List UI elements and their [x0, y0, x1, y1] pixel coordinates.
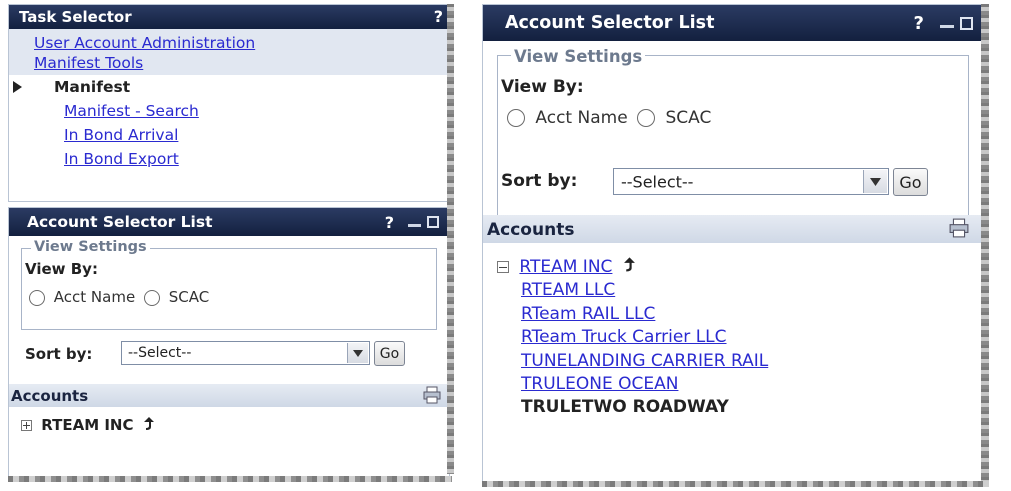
right-go-button[interactable]: Go — [893, 168, 928, 196]
print-icon[interactable] — [423, 386, 441, 404]
right-account-selector-title: Account Selector List — [505, 13, 715, 33]
left-sort-by-select[interactable]: --Select-- — [121, 341, 370, 365]
link-in-bond-arrival[interactable]: In Bond Arrival — [64, 126, 178, 144]
left-account-label[interactable]: RTEAM INC — [41, 416, 133, 434]
task-selector-title: Task Selector — [19, 8, 132, 26]
up-arrow-icon — [143, 417, 154, 430]
left-view-settings-legend: View Settings — [31, 239, 150, 255]
left-account-row[interactable]: RTEAM INC — [21, 416, 155, 434]
account-link-parent[interactable]: RTEAM INC — [519, 257, 612, 277]
task-link-list: User Account Administration Manifest Too… — [9, 29, 449, 75]
maximize-icon[interactable] — [960, 16, 973, 30]
link-user-account-administration[interactable]: User Account Administration — [34, 34, 255, 52]
task-selector-panel: Task Selector ? User Account Administrat… — [8, 4, 450, 202]
link-manifest-search[interactable]: Manifest - Search — [64, 102, 199, 120]
left-sort-by-value: --Select-- — [128, 345, 192, 361]
minimize-icon[interactable] — [940, 24, 954, 28]
left-account-selector-title: Account Selector List — [27, 213, 213, 231]
radio-scac-label: SCAC — [665, 108, 712, 128]
account-link[interactable]: TRULEONE OCEAN — [521, 374, 678, 394]
link-in-bond-export[interactable]: In Bond Export — [64, 150, 179, 168]
left-go-button[interactable]: Go — [374, 341, 405, 366]
dropdown-arrow-icon[interactable] — [347, 343, 368, 363]
left-view-by-label: View By: — [25, 260, 98, 278]
radio-acct-name-label: Acct Name — [53, 288, 136, 306]
right-sort-by-value: --Select-- — [621, 172, 694, 191]
right-sort-by-select[interactable]: --Select-- — [613, 168, 889, 195]
radio-acct-name[interactable] — [507, 109, 525, 127]
task-current-manifest: Manifest — [54, 78, 131, 96]
right-radio-row: Acct Name SCAC — [507, 108, 711, 128]
right-accounts-header-bar: Accounts — [483, 215, 983, 243]
torn-edge — [447, 4, 454, 474]
radio-acct-name-label: Acct Name — [535, 108, 628, 128]
help-icon[interactable]: ? — [434, 7, 443, 26]
collapse-minus-icon[interactable] — [497, 261, 509, 273]
minimize-icon[interactable] — [408, 223, 421, 227]
maximize-icon[interactable] — [427, 216, 439, 228]
left-accounts-header: Accounts — [11, 387, 89, 405]
right-accounts-header: Accounts — [487, 220, 575, 240]
current-item-arrow-icon — [13, 81, 22, 93]
help-icon[interactable]: ? — [914, 13, 924, 34]
left-sort-by-label: Sort by: — [25, 345, 93, 363]
right-view-by-label: View By: — [501, 77, 584, 97]
print-icon[interactable] — [949, 218, 969, 238]
right-sort-by-label: Sort by: — [501, 171, 578, 191]
radio-acct-name[interactable] — [29, 289, 45, 306]
account-link[interactable]: RTEAM LLC — [521, 280, 615, 300]
account-current: TRULETWO ROADWAY — [521, 397, 729, 418]
torn-edge — [8, 476, 452, 482]
right-accounts-tree: RTEAM INC RTEAM LLC RTeam RAIL LLC RTeam… — [497, 256, 768, 420]
up-arrow-icon — [623, 257, 635, 272]
torn-edge — [482, 481, 989, 487]
tree-parent-row: RTEAM INC — [497, 256, 768, 279]
right-view-settings-legend: View Settings — [511, 47, 646, 66]
left-accounts-header-bar: Accounts — [9, 384, 449, 407]
left-account-selector-panel: Account Selector List ? View Settings Vi… — [8, 207, 450, 479]
dropdown-arrow-icon[interactable] — [863, 170, 887, 193]
help-icon[interactable]: ? — [385, 213, 394, 232]
task-selector-titlebar: Task Selector ? — [9, 5, 449, 29]
radio-scac-label: SCAC — [168, 288, 210, 306]
account-link[interactable]: TUNELANDING CARRIER RAIL — [521, 351, 768, 371]
link-manifest-tools[interactable]: Manifest Tools — [34, 54, 143, 72]
right-account-selector-panel: Account Selector List ? View Settings Vi… — [482, 4, 984, 484]
right-account-selector-titlebar: Account Selector List ? — [483, 5, 983, 41]
radio-scac[interactable] — [637, 109, 656, 127]
account-link[interactable]: RTeam RAIL LLC — [521, 304, 655, 324]
radio-scac[interactable] — [143, 289, 160, 306]
expand-plus-icon[interactable] — [21, 420, 32, 431]
torn-edge — [981, 4, 989, 482]
left-radio-row: Acct Name SCAC — [29, 288, 209, 306]
left-account-selector-titlebar: Account Selector List ? — [9, 208, 449, 236]
account-link[interactable]: RTeam Truck Carrier LLC — [521, 327, 727, 347]
